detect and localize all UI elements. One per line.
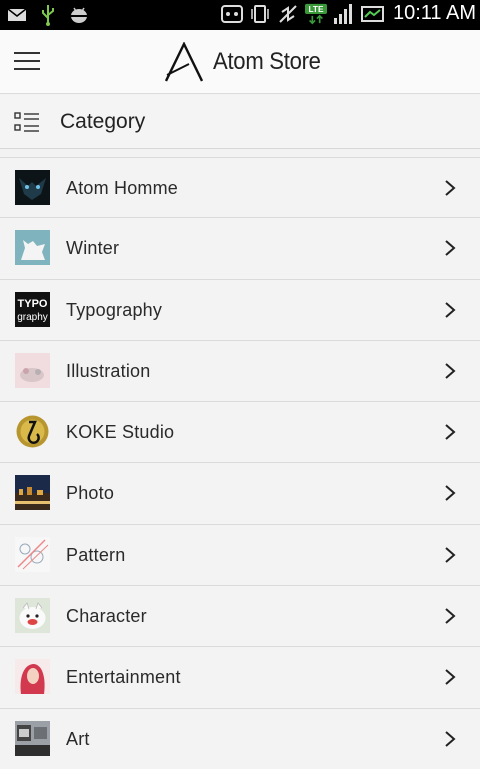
illustration-thumbnail: [15, 352, 50, 388]
atom-logo-icon: [165, 42, 203, 82]
battery-icon: [360, 3, 385, 25]
app-bar: Atom Store: [0, 30, 480, 94]
chevron-right-icon: [445, 240, 456, 257]
city-night-thumbnail: [15, 475, 50, 511]
category-label: Atom Homme: [66, 178, 179, 198]
fox-thumbnail: [15, 230, 50, 266]
category-list: Atom Homme Winter TYPO graphy Typography…: [0, 157, 480, 769]
mail-icon: [6, 4, 28, 26]
svg-text:TYPO: TYPO: [18, 298, 48, 310]
dark-mask-thumbnail: [15, 170, 50, 205]
android-debug-icon: [68, 4, 90, 26]
app-title: Atom Store: [213, 48, 321, 75]
brand: Atom Store: [165, 42, 330, 82]
category-label: KOKE Studio: [66, 422, 175, 443]
clock: 10:11 AM: [392, 2, 476, 24]
list-icon: [14, 112, 39, 132]
category-label: Pattern: [66, 544, 126, 565]
category-item-art[interactable]: Art: [0, 708, 480, 769]
category-item-winter[interactable]: Winter: [0, 218, 480, 280]
category-item-koke-studio[interactable]: KOKE Studio: [0, 402, 480, 464]
menu-icon[interactable]: [14, 50, 40, 72]
usb-icon: [37, 4, 59, 26]
category-item-entertainment[interactable]: Entertainment: [0, 647, 480, 709]
category-title: Category: [60, 110, 146, 133]
chevron-right-icon: [445, 301, 456, 318]
category-label: Winter: [66, 238, 120, 259]
no-sync-icon: [277, 3, 299, 25]
chevron-right-icon: [445, 730, 456, 747]
chevron-right-icon: [445, 424, 456, 440]
portrait-thumbnail: [15, 659, 50, 695]
category-item-illustration[interactable]: Illustration: [0, 340, 480, 403]
chevron-right-icon: [445, 608, 456, 624]
character-thumbnail: [15, 598, 50, 634]
signal-icon: [333, 3, 355, 25]
screen-icon: [220, 3, 243, 25]
street-art-thumbnail: [15, 720, 50, 756]
vibrate-icon: [249, 3, 271, 25]
typography-thumbnail: TYPO graphy: [15, 291, 50, 327]
svg-text:LTE: LTE: [308, 5, 323, 14]
category-item-typography[interactable]: TYPO graphy Typography: [0, 279, 480, 341]
chevron-right-icon: [445, 180, 456, 196]
koke-logo-thumbnail: [15, 414, 50, 450]
chevron-right-icon: [445, 547, 456, 563]
category-item-character[interactable]: Character: [0, 586, 480, 648]
category-item-atom-homme[interactable]: Atom Homme: [0, 157, 480, 219]
lte-icon: LTE: [304, 3, 327, 25]
category-item-photo[interactable]: Photo: [0, 463, 480, 525]
category-label: Photo: [66, 483, 115, 504]
category-label: Illustration: [66, 360, 151, 381]
category-label: Art: [66, 728, 90, 749]
chevron-right-icon: [445, 669, 456, 686]
category-label: Character: [66, 606, 147, 627]
category-label: Typography: [66, 299, 163, 320]
category-label: Entertainment: [66, 667, 181, 688]
svg-text:graphy: graphy: [17, 312, 48, 323]
pattern-thumbnail: [15, 536, 50, 572]
status-bar: LTE 10:11 AM: [0, 0, 480, 30]
category-header: Category: [0, 95, 480, 149]
category-item-pattern[interactable]: Pattern: [0, 524, 480, 587]
chevron-right-icon: [445, 485, 456, 502]
chevron-right-icon: [445, 363, 456, 379]
